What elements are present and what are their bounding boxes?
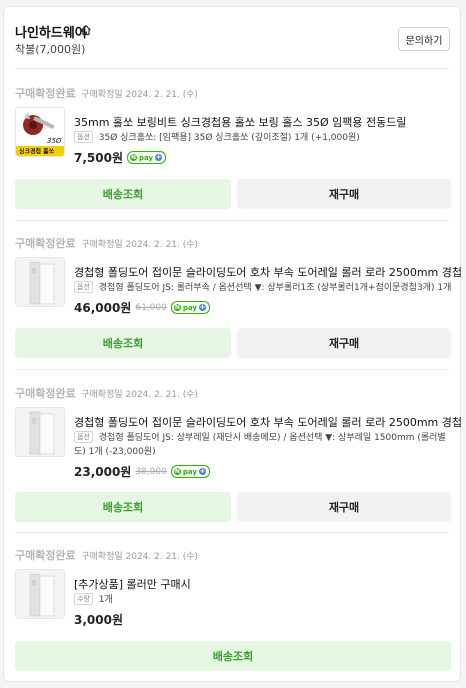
option-row: 옵션 경첩형 폴딩도어 JS: 롤러부속 / 옵션선택 ▼: 상부롤러1조 (상… (74, 281, 454, 295)
order-status: 구매확정완료 (15, 549, 76, 562)
home-icon[interactable] (80, 24, 92, 36)
price-row: 23,000원 38,000 Npay + (74, 463, 210, 480)
quantity-badge: 수량 (74, 593, 93, 605)
order-status: 구매확정완료 (15, 87, 76, 100)
track-shipping-button[interactable]: 배송조회 (15, 641, 451, 671)
door-rail-image (16, 570, 64, 618)
naver-n-icon: N (173, 468, 181, 475)
status-line: 구매확정완료 구매확정일 2024. 2. 21. (수) (15, 547, 198, 563)
product-thumbnail[interactable] (15, 407, 65, 457)
thumb-size-text: 35Ø (47, 137, 62, 145)
product-thumbnail[interactable] (15, 257, 65, 307)
price: 46,000원 (74, 301, 132, 315)
plus-icon: + (198, 303, 206, 311)
product-thumbnail[interactable]: 35Ø 싱크경첩 홀쏘 (15, 107, 65, 157)
rebuy-button[interactable]: 재구매 (237, 492, 451, 522)
price: 3,000원 (74, 613, 123, 627)
option-row: 옵션 경첩형 폴딩도어 JS: 상부레일 (재단시 배송메모) / 옵션선택 ▼… (74, 431, 454, 459)
naver-n-icon: N (130, 154, 137, 161)
price-row: 7,500원 Npay + (74, 149, 167, 166)
rebuy-button[interactable]: 재구매 (237, 179, 451, 209)
product-thumbnail[interactable] (15, 569, 65, 619)
divider (15, 532, 449, 533)
original-price: 38,000 (135, 466, 167, 477)
option-row: 수량 1개 (74, 593, 454, 607)
track-shipping-button[interactable]: 배송조회 (15, 492, 231, 522)
option-row: 옵션 35Ø 싱크홀쏘: [임팩용] 35Ø 싱크홀쏘 (깊이조절) 1개 (+… (74, 131, 454, 145)
drill-bit-image: 35Ø 싱크경첩 홀쏘 (16, 108, 64, 156)
status-line: 구매확정완료 구매확정일 2024. 2. 21. (수) (15, 85, 198, 101)
npay-text: pay (182, 467, 197, 476)
price: 7,500원 (74, 151, 123, 165)
quantity: 1개 (-23,000원) (88, 447, 156, 457)
npay-badge: Npay + (170, 301, 210, 314)
divider (15, 68, 449, 69)
naver-n-icon: N (173, 304, 181, 311)
confirm-date: 구매확정일 2024. 2. 21. (수) (81, 240, 199, 250)
rebuy-button[interactable]: 재구매 (237, 328, 451, 358)
door-rail-image (16, 408, 64, 456)
plus-icon: + (155, 153, 163, 161)
track-shipping-button[interactable]: 배송조회 (15, 328, 231, 358)
product-title[interactable]: 35mm 홀쏘 보링비트 싱크경첩용 홀쏘 보링 홀스 35Ø 임팩용 전동드릴 (74, 114, 406, 130)
door-rail-image (16, 258, 64, 306)
store-name[interactable]: 나인하드웨어 (15, 22, 87, 41)
product-title[interactable]: [추가상품] 롤러만 구매시 (74, 576, 191, 592)
price-row: 46,000원 61,000 Npay + (74, 299, 210, 316)
shipping-fee: 착불(7,000원) (15, 43, 86, 56)
npay-badge: Npay + (170, 465, 210, 478)
quantity: 1개 (98, 595, 113, 605)
quantity: 1개 (+1,000원) (294, 133, 360, 143)
confirm-date: 구매확정일 2024. 2. 21. (수) (81, 552, 199, 562)
thumb-banner-text: 싱크경첩 홀쏘 (19, 148, 55, 156)
track-shipping-button[interactable]: 배송조회 (15, 179, 231, 209)
order-status: 구매확정완료 (15, 387, 76, 400)
npay-text: pay (139, 153, 154, 162)
original-price: 61,000 (135, 302, 167, 313)
status-line: 구매확정완료 구매확정일 2024. 2. 21. (수) (15, 385, 198, 401)
price-row: 3,000원 (74, 611, 123, 628)
price: 23,000원 (74, 465, 132, 479)
option-text: 35Ø 싱크홀쏘: [임팩용] 35Ø 싱크홀쏘 (깊이조절) (98, 133, 292, 143)
divider (15, 220, 449, 221)
inquire-button[interactable]: 문의하기 (398, 27, 450, 51)
plus-icon: + (198, 467, 206, 475)
option-badge: 옵션 (74, 281, 93, 293)
status-line: 구매확정완료 구매확정일 2024. 2. 21. (수) (15, 235, 198, 251)
order-status: 구매확정완료 (15, 237, 76, 250)
divider (15, 369, 449, 370)
product-title[interactable]: 경첩형 폴딩도어 접이문 슬라이딩도어 호차 부속 도어레일 롤러 로라 250… (74, 414, 462, 430)
product-title[interactable]: 경첩형 폴딩도어 접이문 슬라이딩도어 호차 부속 도어레일 롤러 로라 250… (74, 264, 462, 280)
order-card: 나인하드웨어 착불(7,000원) 문의하기 구매확정완료 구매확정일 2024… (3, 6, 462, 682)
confirm-date: 구매확정일 2024. 2. 21. (수) (81, 90, 199, 100)
option-badge: 옵션 (74, 431, 93, 443)
confirm-date: 구매확정일 2024. 2. 21. (수) (81, 390, 199, 400)
npay-text: pay (182, 303, 197, 312)
option-badge: 옵션 (74, 131, 93, 143)
option-text: 경첩형 폴딩도어 JS: 롤러부속 / 옵션선택 ▼: 상부롤러1조 (상부롤러… (98, 283, 435, 293)
quantity: 1개 (437, 283, 452, 293)
npay-badge: Npay + (127, 151, 167, 164)
